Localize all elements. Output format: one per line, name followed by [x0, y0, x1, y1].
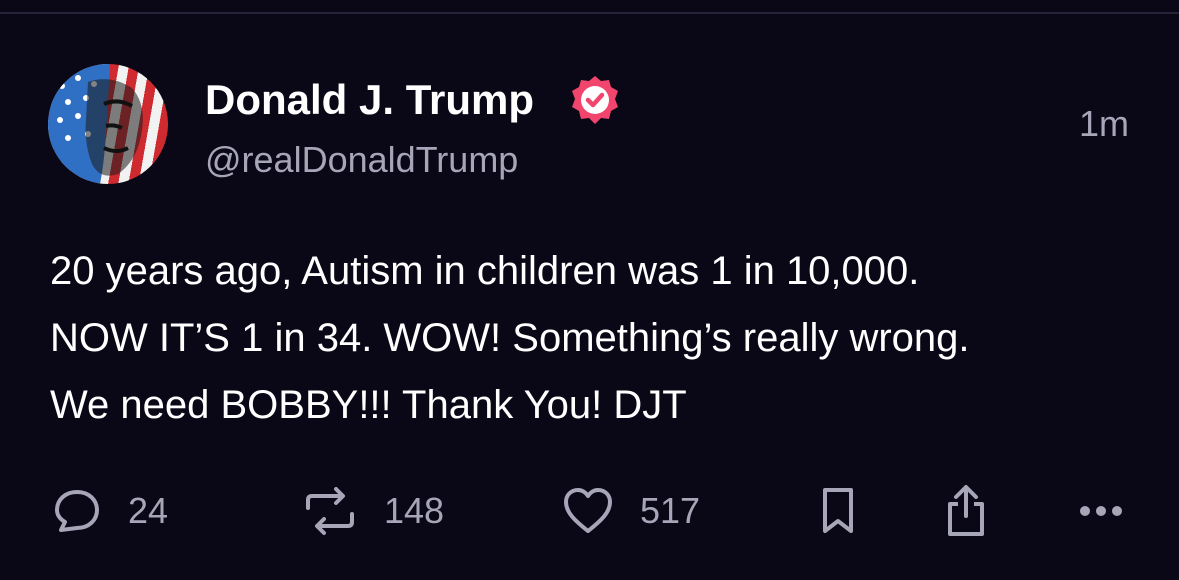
post-timestamp: 1m [1078, 103, 1129, 144]
author-display-name[interactable]: Donald J. Trump [205, 76, 534, 124]
verified-badge-icon [572, 76, 618, 124]
post-text: 20 years ago, Autism in children was 1 i… [50, 238, 1150, 439]
repost-count: 148 [384, 490, 445, 531]
repost-icon [306, 487, 354, 535]
repost-button[interactable]: 148 [302, 486, 444, 536]
share-icon [948, 485, 984, 536]
bookmark-icon [823, 488, 853, 533]
post-text-line: 20 years ago, Autism in children was 1 i… [50, 249, 920, 293]
author-handle[interactable]: @realDonaldTrump [205, 138, 518, 182]
top-divider [0, 12, 1179, 14]
reply-icon [55, 490, 99, 532]
avatar[interactable] [48, 64, 168, 184]
share-button[interactable] [944, 485, 988, 536]
avatar-flag-portrait-icon [48, 64, 143, 184]
bookmark-button[interactable] [820, 486, 856, 536]
reply-button[interactable]: 24 [52, 486, 168, 536]
post-text-line: NOW IT’S 1 in 34. WOW! Something’s reall… [50, 316, 970, 360]
more-icon [1080, 506, 1122, 516]
like-button[interactable]: 517 [562, 486, 700, 536]
like-count: 517 [640, 490, 701, 531]
post-text-line: We need BOBBY!!! Thank You! DJT [50, 383, 687, 427]
more-button[interactable] [1078, 486, 1124, 536]
heart-icon [564, 488, 612, 533]
reply-count: 24 [128, 490, 169, 531]
